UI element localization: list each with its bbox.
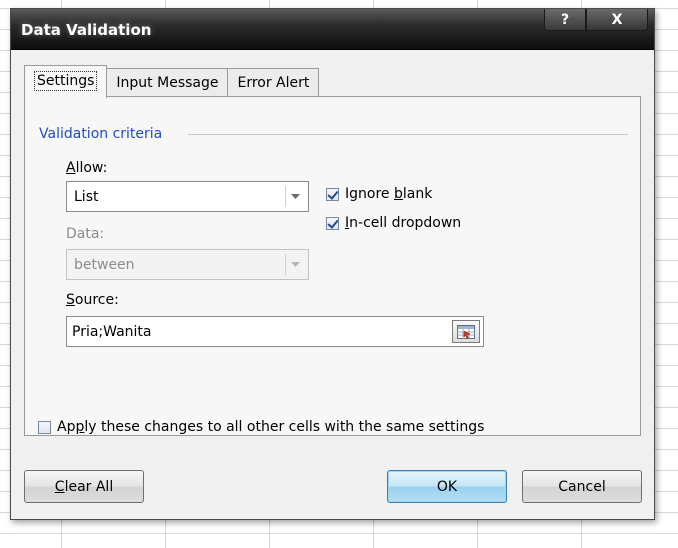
ok-label: OK xyxy=(436,478,458,495)
cancel-button[interactable]: Cancel xyxy=(522,470,642,503)
tab-strip: Settings Input Message Error Alert xyxy=(24,65,320,98)
clear-all-label: Clear All xyxy=(54,478,114,495)
data-label: Data: xyxy=(66,226,105,242)
ok-button[interactable]: OK xyxy=(387,470,507,503)
tab-input-message-label: Input Message xyxy=(116,75,219,91)
allow-value: List xyxy=(74,189,99,205)
ignore-blank-check-icon[interactable] xyxy=(326,187,339,201)
chevron-down-icon[interactable] xyxy=(285,186,304,207)
chevron-down-icon[interactable] xyxy=(285,254,304,275)
data-dropdown[interactable]: between xyxy=(66,249,309,280)
source-input[interactable]: Pria;Wanita xyxy=(66,316,484,347)
validation-criteria-label: Validation criteria xyxy=(39,126,163,142)
title-bar[interactable]: Data Validation ? X xyxy=(11,9,654,50)
data-validation-dialog: Data Validation ? X Settings Input Messa… xyxy=(10,8,655,520)
in-cell-dropdown-checkbox[interactable]: In-cell dropdown xyxy=(326,215,461,231)
allow-dropdown[interactable]: List xyxy=(66,181,309,212)
settings-panel: Validation criteria Allow: List Data: be… xyxy=(24,96,641,436)
clear-all-button[interactable]: Clear All xyxy=(24,470,144,503)
close-button[interactable]: X xyxy=(586,9,648,31)
tab-settings[interactable]: Settings xyxy=(24,65,108,98)
dialog-title: Data Validation xyxy=(21,21,152,39)
ignore-blank-label: Ignore blank xyxy=(345,186,433,202)
ignore-blank-checkbox[interactable]: Ignore blank xyxy=(326,186,432,202)
cancel-label: Cancel xyxy=(558,478,606,495)
help-button[interactable]: ? xyxy=(544,9,586,31)
apply-to-all-check-icon[interactable] xyxy=(38,420,51,434)
group-divider xyxy=(188,134,628,135)
range-select-icon[interactable] xyxy=(452,320,480,343)
tab-error-alert-label: Error Alert xyxy=(237,75,310,91)
in-cell-dropdown-label: In-cell dropdown xyxy=(345,215,462,231)
allow-label: Allow: xyxy=(66,160,108,176)
source-label: Source: xyxy=(66,292,119,308)
in-cell-dropdown-check-icon[interactable] xyxy=(326,216,339,230)
tab-input-message[interactable]: Input Message xyxy=(106,68,229,97)
tab-error-alert[interactable]: Error Alert xyxy=(227,68,320,97)
apply-to-all-checkbox[interactable]: Apply these changes to all other cells w… xyxy=(38,419,484,435)
apply-to-all-label: Apply these changes to all other cells w… xyxy=(57,419,485,435)
window-controls: ? X xyxy=(544,9,648,31)
source-value: Pria;Wanita xyxy=(72,324,152,340)
data-value: between xyxy=(74,257,135,273)
tab-settings-label: Settings xyxy=(34,70,98,91)
